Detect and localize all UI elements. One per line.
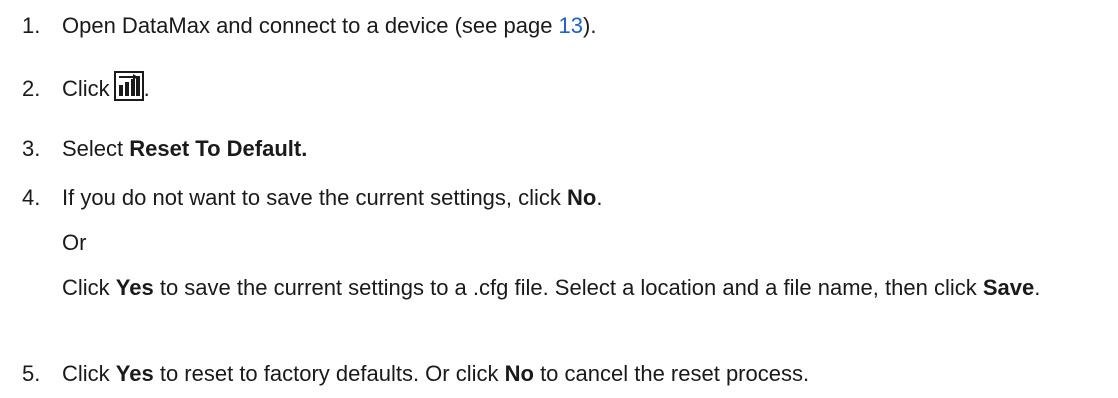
button-label-yes: Yes	[115, 275, 154, 300]
step-number: 5.	[22, 361, 41, 386]
step-number: 3.	[22, 136, 41, 161]
step-2: 2. Click.	[22, 71, 150, 104]
button-label-no: No	[504, 361, 534, 386]
alt-text-mid: to save the current settings to a .cfg f…	[153, 275, 983, 300]
button-label-yes: Yes	[115, 361, 154, 386]
step-text-end: .	[143, 76, 150, 101]
step-4-alternative: Click Yes to save the current settings t…	[62, 273, 1112, 303]
page-link[interactable]: 13	[559, 13, 583, 38]
step-text-end: to cancel the reset process.	[533, 361, 810, 386]
step-4-or: Or	[62, 230, 87, 255]
step-text-end: ).	[583, 13, 597, 38]
button-label-no: No	[567, 185, 597, 210]
step-text-end: .	[596, 185, 603, 210]
step-number: 4.	[22, 185, 41, 210]
step-text: Click	[62, 361, 116, 386]
bar-chart-icon[interactable]	[113, 71, 144, 101]
step-3: 3. Select Reset To Default.	[22, 134, 307, 164]
step-text: Select	[62, 136, 130, 161]
step-text: If you do not want to save the current s…	[62, 185, 568, 210]
step-4: 4. If you do not want to save the current…	[22, 183, 603, 213]
menu-option-reset: Reset To Default.	[129, 136, 308, 161]
alt-text: Click	[62, 275, 116, 300]
step-number: 1.	[22, 13, 41, 38]
step-text: Open DataMax and connect to a device (se…	[62, 13, 559, 38]
step-number: 2.	[22, 76, 41, 101]
alt-text-end: .	[1034, 275, 1041, 300]
button-label-save: Save	[982, 275, 1035, 300]
step-text: Click	[62, 76, 110, 101]
step-5: 5. Click Yes to reset to factory defaults…	[22, 359, 809, 389]
step-1: 1. Open DataMax and connect to a device (…	[22, 11, 596, 41]
step-text-mid: to reset to factory defaults. Or click	[153, 361, 505, 386]
